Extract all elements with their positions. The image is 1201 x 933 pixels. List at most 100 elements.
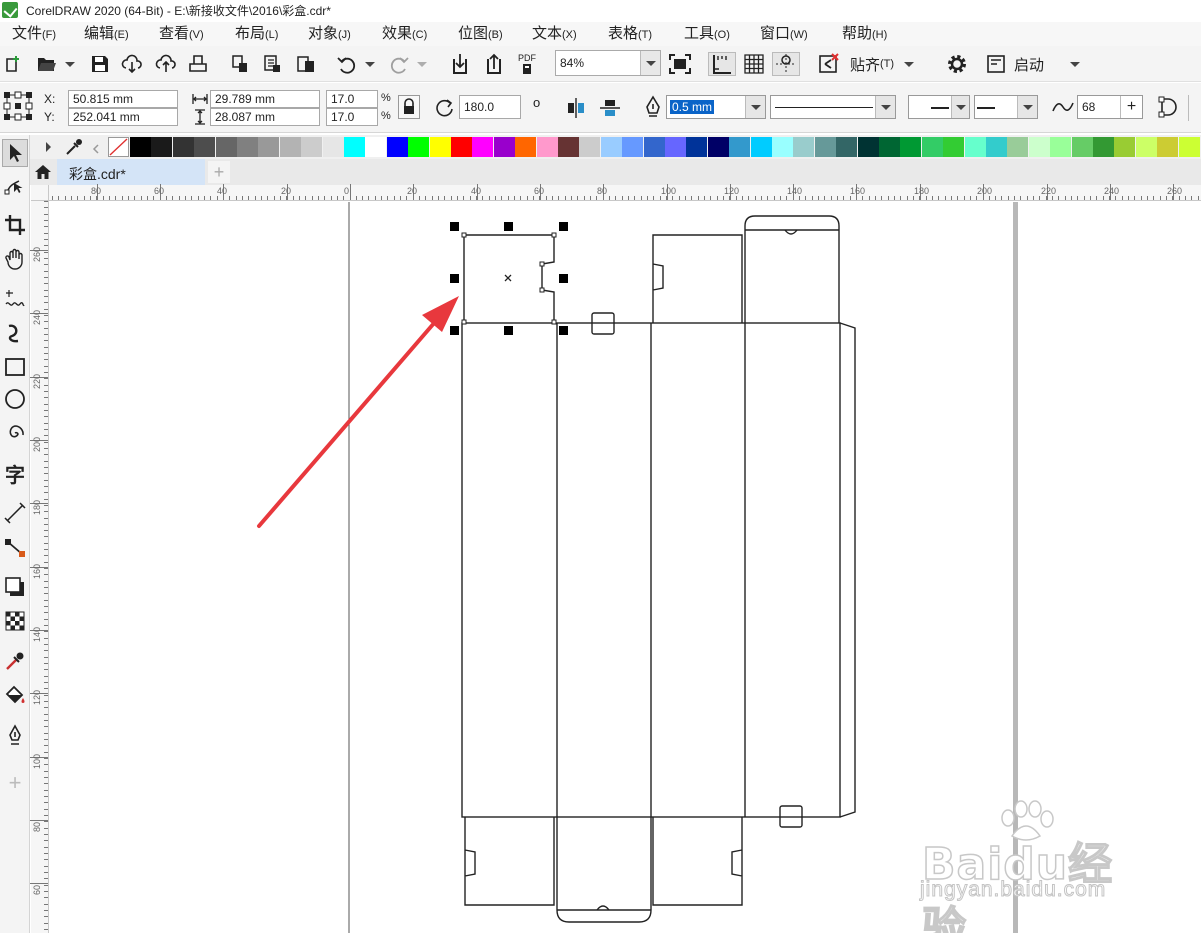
menu-item-2[interactable]: 查看(V) — [149, 22, 214, 46]
line-style-combo[interactable] — [770, 95, 896, 119]
palette-scroll-left[interactable] — [92, 142, 100, 154]
color-swatch[interactable] — [1071, 137, 1093, 157]
color-swatch[interactable] — [1157, 137, 1179, 157]
color-swatch[interactable] — [1093, 137, 1114, 157]
pan-tool[interactable] — [2, 245, 28, 273]
transparency-tool[interactable] — [2, 607, 28, 635]
rectangle-tool[interactable] — [2, 353, 28, 381]
smoothness-slider-button[interactable]: + — [1120, 96, 1142, 118]
color-swatch[interactable] — [579, 137, 601, 157]
new-document-tab-button[interactable]: + — [208, 161, 230, 183]
menu-item-3[interactable]: 布局(L) — [225, 22, 288, 46]
color-swatch[interactable] — [429, 137, 451, 157]
color-swatch[interactable] — [515, 137, 537, 157]
color-swatch[interactable] — [1050, 137, 1072, 157]
color-swatch[interactable] — [643, 137, 665, 157]
color-swatch[interactable] — [194, 137, 216, 157]
color-swatch[interactable] — [130, 137, 151, 157]
menu-item-7[interactable]: 文本(X) — [522, 22, 587, 46]
export-file-button[interactable] — [482, 52, 506, 76]
handle-middle-left[interactable] — [450, 274, 459, 283]
zoom-level-combo[interactable]: 84% — [555, 50, 661, 76]
options-button[interactable] — [944, 52, 970, 76]
color-swatch[interactable] — [665, 137, 686, 157]
glue-flap[interactable] — [839, 322, 856, 818]
publish-button[interactable] — [294, 52, 318, 76]
color-swatch[interactable] — [772, 137, 793, 157]
palette-menu-arrow[interactable] — [46, 142, 51, 152]
bottom-dust-flap[interactable] — [464, 817, 555, 906]
color-swatch[interactable] — [215, 137, 237, 157]
outline-width-combo[interactable]: 0.5 mm — [666, 95, 766, 119]
top-tuck-flap[interactable] — [744, 215, 840, 323]
color-swatch[interactable] — [1028, 137, 1050, 157]
box-dieline[interactable] — [461, 215, 856, 923]
smart-fill-tool[interactable] — [2, 721, 28, 749]
redo-button[interactable] — [386, 52, 412, 76]
color-swatch[interactable] — [879, 137, 900, 157]
color-swatch[interactable] — [1007, 137, 1029, 157]
node[interactable] — [539, 287, 545, 293]
curve-smoothness-field[interactable]: 68 + — [1077, 95, 1143, 119]
menu-item-9[interactable]: 工具(O) — [674, 22, 740, 46]
new-document-button[interactable] — [2, 52, 26, 76]
bottom-dust-flap[interactable] — [652, 817, 743, 906]
pick-tool[interactable] — [2, 139, 28, 167]
close-curve-button[interactable] — [1154, 95, 1184, 119]
node[interactable] — [539, 261, 545, 267]
node[interactable] — [551, 232, 557, 238]
artistic-media-tool[interactable] — [2, 319, 28, 347]
redo-dropdown-button[interactable] — [416, 52, 428, 76]
ruler-origin[interactable] — [31, 185, 49, 201]
start-arrowhead-combo[interactable] — [908, 95, 970, 119]
document-tab[interactable]: 彩盒.cdr* — [57, 159, 205, 185]
handle-middle-right[interactable] — [559, 274, 568, 283]
node[interactable] — [461, 319, 467, 325]
node[interactable] — [551, 319, 557, 325]
vertical-ruler[interactable]: 260 240 220 200 180 160 140 120 100 80 60 — [30, 201, 49, 933]
lock-ratio-button[interactable] — [398, 95, 420, 119]
color-swatch[interactable] — [964, 137, 986, 157]
handle-top-left[interactable] — [450, 222, 459, 231]
color-swatch[interactable] — [986, 137, 1007, 157]
color-swatch[interactable] — [536, 137, 558, 157]
undo-button[interactable] — [334, 52, 360, 76]
export-pdf-button[interactable]: PDF — [514, 52, 540, 76]
shape-tool[interactable] — [2, 171, 28, 199]
color-swatch[interactable] — [279, 137, 301, 157]
menu-item-4[interactable]: 对象(J) — [298, 22, 361, 46]
color-swatch[interactable] — [472, 137, 494, 157]
show-grid-button[interactable] — [740, 52, 768, 76]
color-swatch[interactable] — [600, 137, 622, 157]
top-dust-flap[interactable] — [652, 234, 743, 323]
cloud-export-button[interactable] — [154, 52, 178, 76]
color-swatch[interactable] — [408, 137, 430, 157]
open-dropdown-button[interactable] — [64, 52, 76, 76]
drop-shadow-tool[interactable] — [2, 573, 28, 601]
color-swatch[interactable] — [365, 137, 387, 157]
show-rulers-button[interactable] — [708, 52, 736, 76]
import-button[interactable] — [228, 52, 252, 76]
color-swatch[interactable] — [793, 137, 815, 157]
connector-tool[interactable] — [2, 533, 28, 561]
snap-off-button[interactable] — [816, 52, 842, 76]
height-field[interactable]: 28.087 mm — [210, 108, 320, 126]
menu-item-8[interactable]: 表格(T) — [598, 22, 662, 46]
width-field[interactable]: 29.789 mm — [210, 90, 320, 108]
scale-y-field[interactable]: 17.0 — [326, 108, 378, 126]
scale-x-field[interactable]: 17.0 — [326, 90, 378, 108]
x-position-field[interactable]: 50.815 mm — [68, 90, 178, 108]
show-guidelines-button[interactable] — [772, 52, 800, 76]
zoom-dropdown-button[interactable] — [640, 51, 660, 75]
color-swatch[interactable] — [1114, 137, 1136, 157]
full-screen-preview-button[interactable] — [666, 52, 694, 76]
no-color-swatch[interactable] — [108, 137, 129, 157]
export-button[interactable] — [260, 52, 284, 76]
menu-item-1[interactable]: 编辑(E) — [74, 22, 139, 46]
handle-bottom-right[interactable] — [559, 326, 568, 335]
mirror-horizontal-button[interactable] — [564, 96, 588, 120]
text-tool[interactable]: 字 — [2, 459, 28, 487]
menu-item-10[interactable]: 窗口(W) — [750, 22, 818, 46]
color-swatch[interactable] — [258, 137, 280, 157]
color-swatch[interactable] — [301, 137, 323, 157]
